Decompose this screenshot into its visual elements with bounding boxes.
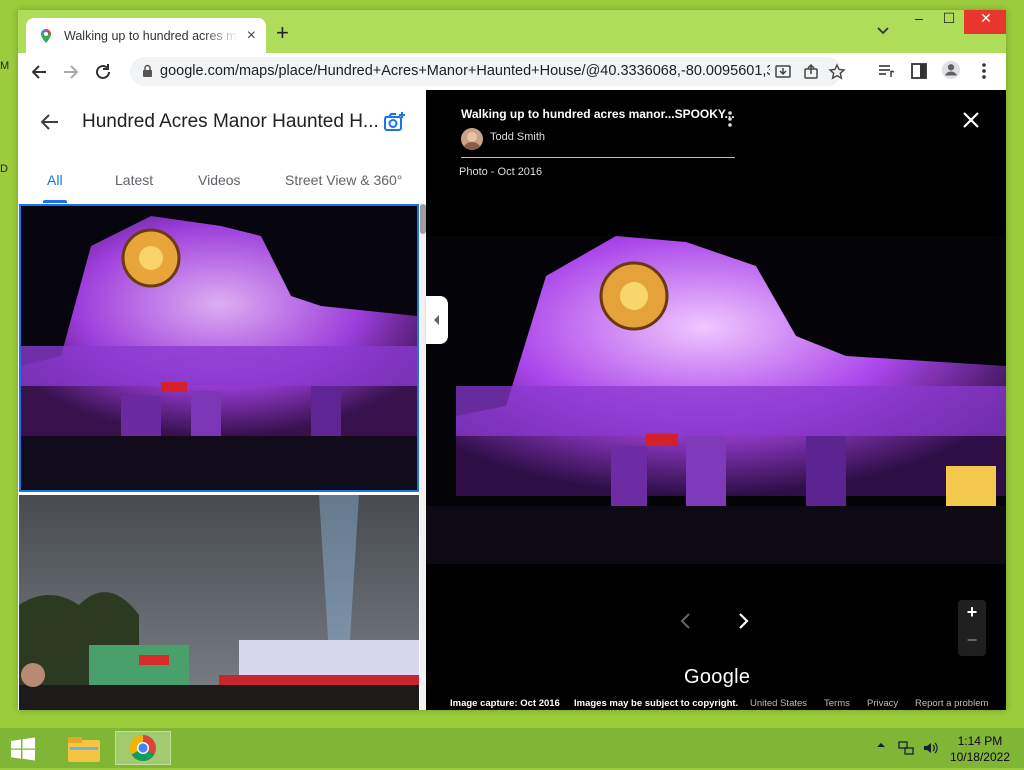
chrome-icon xyxy=(129,734,156,762)
taskbar-chrome[interactable] xyxy=(115,731,171,765)
photo-thumbnail[interactable] xyxy=(19,495,419,710)
forward-arrow-icon[interactable] xyxy=(60,61,82,83)
collapse-left-caret-icon xyxy=(434,315,439,325)
add-photo-camera-icon[interactable] xyxy=(382,110,406,134)
maps-pin-icon xyxy=(41,28,51,43)
file-explorer-icon xyxy=(68,737,100,762)
window-close-button[interactable]: ✕ xyxy=(964,10,1006,34)
copyright-notice: Images may be subject to copyright. xyxy=(574,698,739,709)
crowd-night-thumbnail-image xyxy=(19,495,419,710)
address-bar[interactable]: google.com/maps/place/Hundred+Acres+Mano… xyxy=(130,57,846,86)
previous-photo-icon[interactable] xyxy=(679,612,693,630)
tab-street-view-360[interactable]: Street View & 360° xyxy=(285,172,402,188)
panel-header: Hundred Acres Manor Haunted H... xyxy=(18,90,426,154)
more-options-icon[interactable] xyxy=(726,110,734,128)
url-text[interactable]: google.com/maps/place/Hundred+Acres+Mano… xyxy=(160,63,770,79)
tab-latest[interactable]: Latest xyxy=(115,172,153,188)
windows-start-icon[interactable] xyxy=(10,737,36,761)
image-capture-date: Image capture: Oct 2016 xyxy=(450,698,560,709)
browser-toolbar: google.com/maps/place/Hundred+Acres+Mano… xyxy=(18,53,1006,90)
menu-kebab-icon[interactable] xyxy=(974,61,994,81)
tab-strip: Walking up to hundred acres manor × + – … xyxy=(18,10,1006,53)
reading-list-icon[interactable] xyxy=(876,61,896,81)
panel-back-arrow-icon[interactable] xyxy=(40,112,60,132)
tab-close-icon[interactable]: × xyxy=(247,27,256,45)
next-photo-icon[interactable] xyxy=(736,612,750,630)
haunted-manor-thumbnail-image xyxy=(21,206,417,490)
reload-icon[interactable] xyxy=(92,61,114,83)
main-photo[interactable] xyxy=(426,236,1006,564)
back-arrow-icon[interactable] xyxy=(28,61,50,83)
photos-panel: Hundred Acres Manor Haunted H... All Lat… xyxy=(18,90,426,710)
author-photo-icon xyxy=(463,132,481,150)
tab-search-chevron-icon[interactable] xyxy=(876,24,890,38)
photo-filter-tabs: All Latest Videos Street View & 360° xyxy=(18,154,426,205)
photo-viewer: Walking up to hundred acres manor...SPOO… xyxy=(426,90,1006,710)
profile-avatar-icon[interactable] xyxy=(941,60,961,80)
network-icon[interactable] xyxy=(898,740,914,756)
zoom-out-button[interactable]: − xyxy=(958,630,986,651)
minimize-button[interactable]: – xyxy=(904,10,934,34)
clock-time: 1:14 PM xyxy=(957,734,1003,748)
zoom-in-button[interactable]: + xyxy=(958,602,986,623)
install-app-icon[interactable] xyxy=(774,63,792,81)
tab-videos[interactable]: Videos xyxy=(198,172,241,188)
haunted-manor-main-image xyxy=(426,236,1006,564)
active-tab-indicator xyxy=(43,200,67,203)
lock-icon[interactable] xyxy=(142,64,153,78)
windows-taskbar: 1:14 PM 10/18/2022 xyxy=(0,728,1024,768)
bookmark-star-icon[interactable] xyxy=(828,63,846,81)
browser-window: Walking up to hundred acres manor × + – … xyxy=(18,10,1006,710)
taskbar-file-explorer[interactable] xyxy=(56,731,112,765)
clock-date: 10/18/2022 xyxy=(949,750,1010,764)
photo-thumbnail-selected[interactable] xyxy=(19,204,419,492)
photo-title: Walking up to hundred acres manor...SPOO… xyxy=(461,107,735,121)
photo-date: Photo - Oct 2016 xyxy=(459,166,543,178)
author-avatar[interactable] xyxy=(461,128,483,150)
country-link[interactable]: United States xyxy=(750,698,807,709)
side-panel-icon[interactable] xyxy=(909,61,929,81)
report-problem-link[interactable]: Report a problem xyxy=(915,698,988,709)
header-divider xyxy=(461,157,735,158)
volume-icon[interactable] xyxy=(922,740,938,756)
author-name[interactable]: Todd Smith xyxy=(490,131,545,143)
browser-tab[interactable]: Walking up to hundred acres manor × xyxy=(26,18,266,53)
collapse-panel-button[interactable] xyxy=(426,296,448,344)
maximize-button[interactable]: ☐ xyxy=(934,10,964,34)
tab-all[interactable]: All xyxy=(47,172,63,188)
zoom-controls: + − xyxy=(958,600,986,656)
tab-title: Walking up to hundred acres manor xyxy=(64,28,238,43)
close-viewer-icon[interactable] xyxy=(962,111,980,129)
new-tab-button[interactable]: + xyxy=(276,20,289,46)
google-logo: Google xyxy=(684,666,751,688)
desktop-icon-label-fragment-2: D xyxy=(0,163,8,175)
privacy-link[interactable]: Privacy xyxy=(867,698,898,709)
place-title: Hundred Acres Manor Haunted H... xyxy=(82,111,379,132)
show-hidden-icons-caret-icon[interactable] xyxy=(876,740,886,750)
viewer-footer: Image capture: Oct 2016 Images may be su… xyxy=(426,698,1006,710)
share-icon[interactable] xyxy=(802,63,820,81)
taskbar-clock[interactable]: 1:14 PM 10/18/2022 xyxy=(950,733,1010,765)
desktop-icon-label-fragment: M xyxy=(0,60,10,72)
terms-link[interactable]: Terms xyxy=(824,698,850,709)
